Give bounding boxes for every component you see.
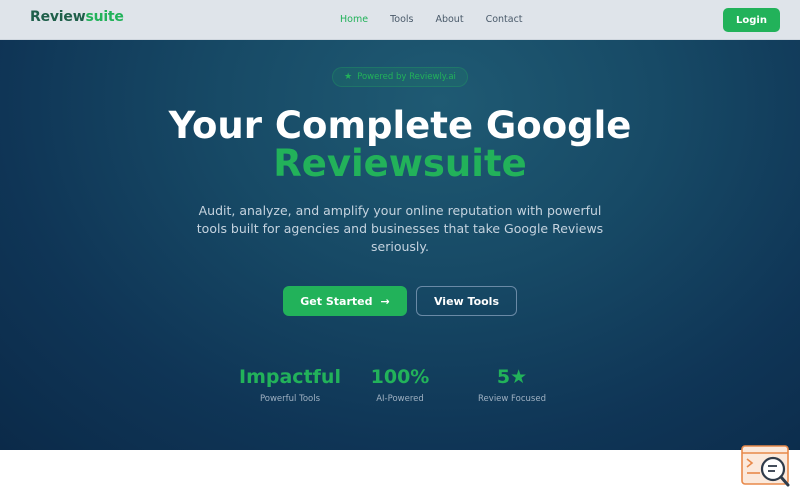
logo[interactable]: Reviewsuite: [30, 9, 124, 25]
nav-link-contact[interactable]: Contact: [486, 14, 523, 25]
badge-text: Powered by Reviewly.ai: [357, 72, 456, 82]
nav-link-about[interactable]: About: [435, 14, 463, 25]
hero-subtitle: Audit, analyze, and amplify your online …: [196, 203, 604, 254]
arrow-right-icon: →: [380, 294, 390, 308]
get-started-button[interactable]: Get Started →: [283, 286, 407, 316]
help-chat-widget[interactable]: [740, 445, 792, 489]
nav-link-tools[interactable]: Tools: [390, 14, 413, 25]
logo-text-suite: suite: [85, 9, 124, 25]
nav-link-home[interactable]: Home: [340, 14, 368, 25]
get-started-label: Get Started: [300, 294, 373, 308]
logo-text-review: Review: [30, 9, 86, 25]
star-icon: ★: [344, 72, 353, 82]
nav-links: Home Tools About Contact: [340, 14, 545, 25]
search-chat-icon: [741, 445, 790, 487]
hero-section: ★ Powered by Reviewly.ai Your Complete G…: [0, 40, 800, 450]
login-button[interactable]: Login: [723, 8, 780, 32]
top-navbar: Reviewsuite Home Tools About Contact Log…: [0, 0, 800, 40]
stat-value: 5★: [496, 366, 528, 388]
hero-title-line2: Reviewsuite: [273, 142, 527, 185]
view-tools-button[interactable]: View Tools: [416, 286, 517, 316]
stat-review-focused: 5★ Review Focused: [442, 365, 582, 404]
powered-by-badge: ★ Powered by Reviewly.ai: [332, 67, 468, 87]
stat-label: Review Focused: [478, 394, 546, 404]
